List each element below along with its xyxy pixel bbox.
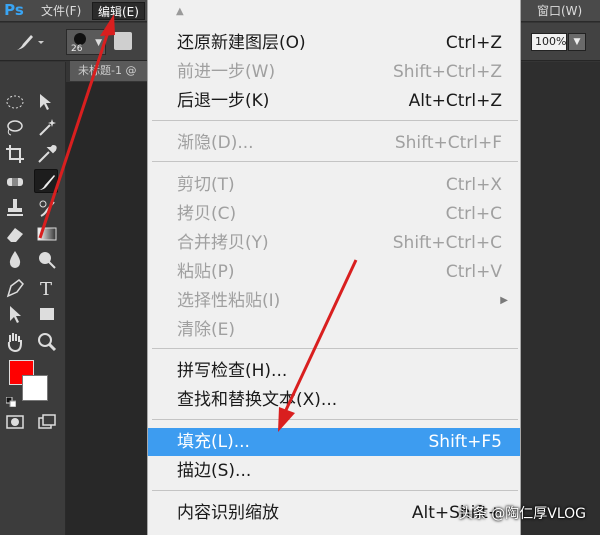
zoom-icon[interactable] (35, 330, 59, 354)
canvas-area[interactable] (66, 82, 148, 535)
magic-wand-icon[interactable] (35, 116, 59, 140)
watermark: 头条 @陶仁厚VLOG (458, 506, 586, 522)
menu-file[interactable]: 文件(F) (36, 2, 86, 20)
gradient-icon[interactable] (35, 222, 59, 246)
pen-icon[interactable] (3, 276, 27, 300)
menu-item-cut: 剪切(T) Ctrl+X (177, 175, 502, 195)
brush-icon (17, 35, 44, 50)
screen-mode-icon[interactable] (35, 410, 59, 434)
menu-separator (152, 161, 518, 162)
dodge-icon[interactable] (35, 248, 59, 272)
workspace-background (521, 62, 600, 535)
menu-item-clear: 清除(E) (177, 320, 236, 340)
menu-item-find-replace-text[interactable]: 查找和替换文本(X)... (148, 386, 520, 414)
zoom-dropdown-icon[interactable]: ▼ (568, 33, 586, 51)
menu-item-copy-merged: 合并拷贝(Y) Shift+Ctrl+C (177, 233, 502, 253)
menu-edit[interactable]: 编辑(E) (92, 2, 145, 20)
photoshop-logo: Ps (4, 1, 24, 19)
quick-mask-icon[interactable] (3, 410, 27, 434)
menu-item-fill[interactable]: 填充(L)... Shift+F5 (148, 428, 520, 456)
zoom-field[interactable]: 100% (531, 33, 567, 51)
move-icon[interactable] (35, 90, 59, 114)
menu-item-check-spelling[interactable]: 拼写检查(H)... (148, 357, 520, 385)
menu-window[interactable]: 窗口(W) (532, 2, 587, 20)
marquee-icon[interactable] (3, 90, 27, 114)
menu-item-undo-new-layer[interactable]: 还原新建图层(O) Ctrl+Z (148, 29, 520, 57)
crop-icon[interactable] (3, 142, 27, 166)
tools-panel: T (0, 62, 66, 535)
svg-text:T: T (40, 279, 52, 300)
menu-item-step-forward: 前进一步(W) Shift+Ctrl+Z (177, 62, 502, 82)
brush-panel-toggle-icon[interactable] (114, 32, 132, 50)
menu-separator (152, 490, 518, 491)
menu-item-paste-special: 选择性粘贴(I) ▶ (148, 287, 520, 315)
path-select-icon[interactable] (3, 302, 27, 326)
submenu-arrow-icon: ▶ (500, 295, 508, 306)
edit-dropdown-menu: ▲ 还原新建图层(O) Ctrl+Z 前进一步(W) Shift+Ctrl+Z 后退… (147, 0, 521, 535)
scroll-up-icon[interactable]: ▲ (176, 6, 184, 17)
brush-preset-button[interactable] (14, 31, 44, 53)
menu-separator (152, 419, 518, 420)
document-tab[interactable]: 未标题-1 @ (70, 61, 148, 81)
brush-icon[interactable] (34, 169, 58, 193)
rectangle-icon[interactable] (35, 302, 59, 326)
healing-icon[interactable] (3, 170, 27, 194)
lasso-icon[interactable] (3, 116, 27, 140)
eraser-icon[interactable] (3, 222, 27, 246)
eyedropper-icon[interactable] (35, 142, 59, 166)
stamp-icon[interactable] (3, 196, 27, 220)
background-color-swatch[interactable] (22, 375, 48, 401)
history-brush-icon[interactable] (35, 196, 59, 220)
menu-item-stroke[interactable]: 描边(S)... (148, 457, 520, 485)
menu-item-copy: 拷贝(C) Ctrl+C (177, 204, 502, 224)
menu-separator (152, 348, 518, 349)
hand-icon[interactable] (3, 330, 27, 354)
menu-separator (152, 120, 518, 121)
brush-size-value: 26 (71, 44, 83, 54)
brush-size-picker[interactable]: 26 ▼ (66, 29, 106, 55)
type-icon[interactable]: T (35, 276, 59, 300)
blur-icon[interactable] (3, 248, 27, 272)
default-colors-icon[interactable] (5, 392, 17, 408)
menu-item-fade: 渐隐(D)... Shift+Ctrl+F (177, 133, 502, 153)
menu-item-paste: 粘贴(P) Ctrl+V (177, 262, 502, 282)
chevron-down-icon: ▼ (95, 38, 102, 48)
menu-item-step-backward[interactable]: 后退一步(K) Alt+Ctrl+Z (148, 87, 520, 115)
